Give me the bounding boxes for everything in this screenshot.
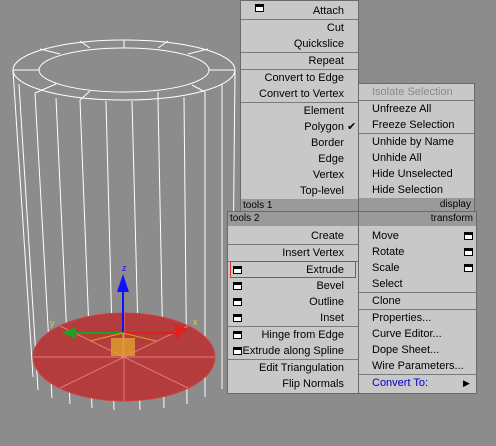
menu-item-properties[interactable]: Properties... — [359, 310, 476, 326]
menu-item-rotate[interactable]: Rotate — [359, 244, 476, 260]
quad-label-display: display — [359, 198, 474, 212]
quad-label-transform: transform — [359, 212, 476, 226]
menu-item-create[interactable]: Create — [228, 228, 358, 244]
scale-settings-icon[interactable] — [464, 264, 473, 272]
menu-item-wire-parameters[interactable]: Wire Parameters... — [359, 358, 476, 374]
menu-item-border[interactable]: Border — [241, 135, 358, 151]
menu-item-unhide-by-name[interactable]: Unhide by Name — [359, 134, 474, 150]
quad-menu-transform: transform Move Rotate Scale Select Clone… — [358, 211, 477, 394]
menu-item-insert-vertex[interactable]: Insert Vertex — [228, 245, 358, 261]
menu-item-hinge-from-edge[interactable]: Hinge from Edge — [228, 327, 358, 343]
menu-item-repeat[interactable]: Repeat — [241, 53, 358, 69]
menu-item-attach[interactable]: Attach — [241, 3, 358, 19]
x-axis-label: x — [193, 317, 198, 327]
menu-item-polygon[interactable]: Polygon — [241, 119, 358, 135]
menu-item-curve-editor[interactable]: Curve Editor... — [359, 326, 476, 342]
menu-item-hide-unselected[interactable]: Hide Unselected — [359, 166, 474, 182]
menu-item-unfreeze-all[interactable]: Unfreeze All — [359, 101, 474, 117]
menu-item-select[interactable]: Select — [359, 276, 476, 292]
submenu-arrow-icon: ▶ — [463, 378, 470, 388]
menu-item-inset[interactable]: Inset — [228, 310, 358, 326]
menu-item-freeze-selection[interactable]: Freeze Selection — [359, 117, 474, 133]
menu-item-edit-triangulation[interactable]: Edit Triangulation — [228, 360, 358, 376]
y-axis-label: y — [50, 318, 55, 328]
quad-menu-display: Isolate Selection Unfreeze All Freeze Se… — [358, 83, 475, 212]
menu-item-extrude-along-spline[interactable]: Extrude along Spline — [228, 343, 358, 359]
menu-item-edge[interactable]: Edge — [241, 151, 358, 167]
menu-item-extrude[interactable]: Extrude — [228, 262, 358, 278]
menu-item-convert-to-vertex[interactable]: Convert to Vertex — [241, 86, 358, 102]
menu-item-convert-to[interactable]: Convert To: — [359, 375, 476, 391]
quad-menu-tools1: Attach Cut Quickslice Repeat Convert to … — [240, 0, 359, 213]
menu-item-element[interactable]: Element — [241, 103, 358, 119]
menu-item-clone[interactable]: Clone — [359, 293, 476, 309]
menu-item-unhide-all[interactable]: Unhide All — [359, 150, 474, 166]
menu-item-top-level[interactable]: Top-level — [241, 183, 358, 199]
menu-item-dope-sheet[interactable]: Dope Sheet... — [359, 342, 476, 358]
quad-label-tools2: tools 2 — [228, 212, 358, 226]
menu-item-outline[interactable]: Outline — [228, 294, 358, 310]
menu-item-scale[interactable]: Scale — [359, 260, 476, 276]
menu-item-quickslice[interactable]: Quickslice — [241, 36, 358, 52]
menu-item-move[interactable]: Move — [359, 228, 476, 244]
move-settings-icon[interactable] — [464, 232, 473, 240]
menu-item-bevel[interactable]: Bevel — [228, 278, 358, 294]
menu-item-flip-normals[interactable]: Flip Normals — [228, 376, 358, 392]
checkmark-icon: ✔ — [347, 121, 357, 133]
z-axis-label: z — [122, 263, 127, 273]
menu-item-convert-to-edge[interactable]: Convert to Edge — [241, 70, 358, 86]
menu-item-hide-selection[interactable]: Hide Selection — [359, 182, 474, 198]
menu-item-vertex[interactable]: Vertex — [241, 167, 358, 183]
menu-item-isolate-selection: Isolate Selection — [372, 86, 453, 98]
menu-item-cut[interactable]: Cut — [241, 20, 358, 36]
rotate-settings-icon[interactable] — [464, 248, 473, 256]
quad-menu-tools2: tools 2 Create Insert Vertex Extrude Bev… — [227, 211, 359, 394]
